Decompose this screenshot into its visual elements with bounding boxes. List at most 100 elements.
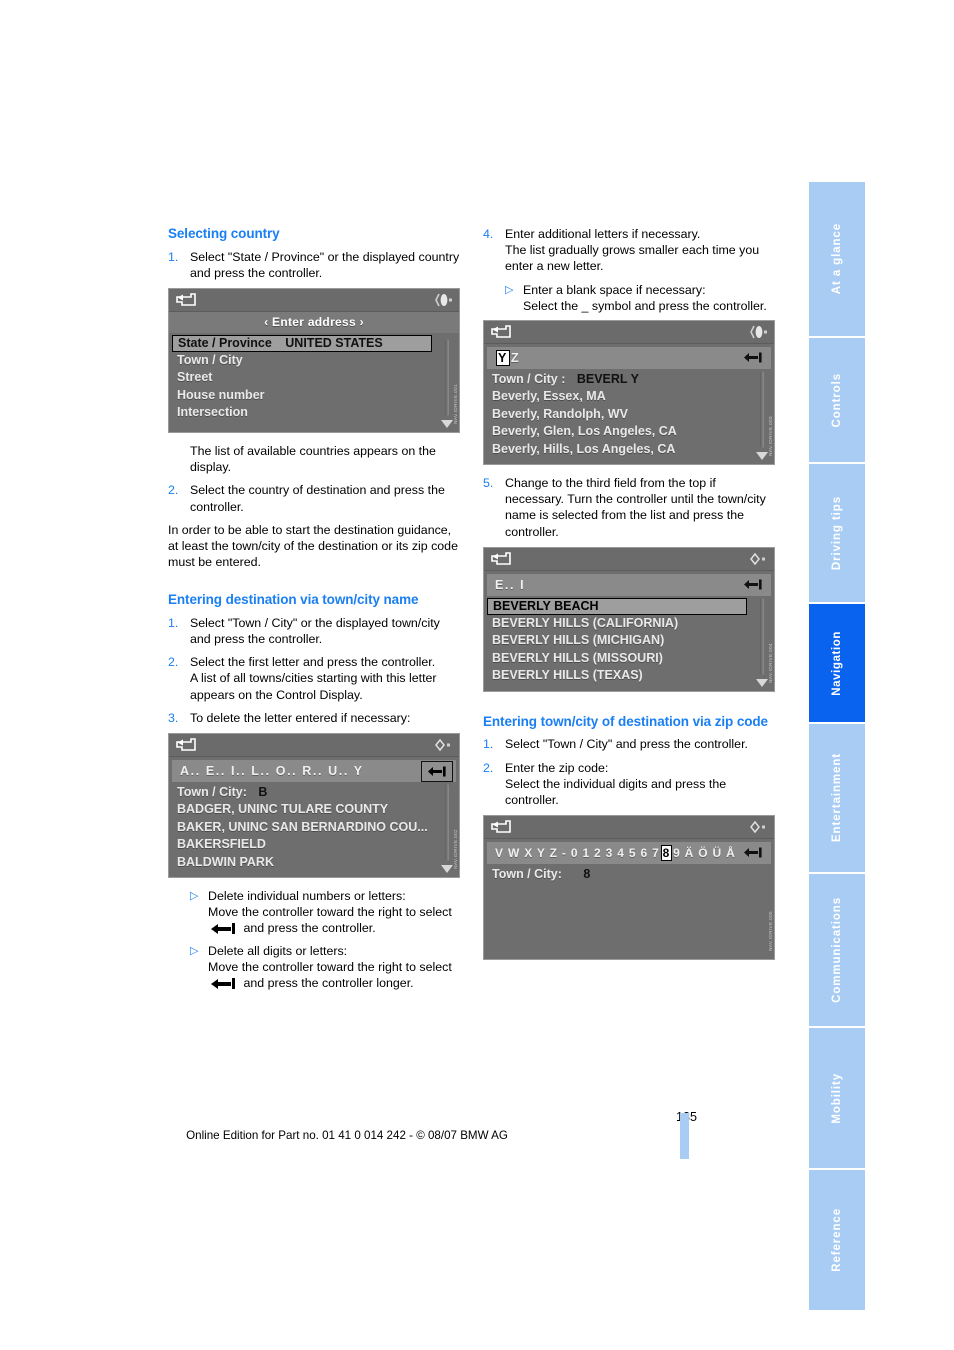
selected-digit: 8: [660, 845, 673, 862]
step-text-sub: The list gradually grows smaller each ti…: [505, 243, 760, 274]
list-item[interactable]: BEVERLY HILLS (CALIFORNIA): [487, 615, 771, 632]
list-item[interactable]: State / Province UNITED STATES: [172, 334, 432, 352]
backspace-glyph-icon: [211, 978, 237, 990]
list-item[interactable]: Beverly, Essex, MA: [487, 388, 771, 405]
sidebar-tab-at-a-glance[interactable]: At a glance: [809, 182, 865, 336]
bullet-line-2: Move the controller toward the right to …: [208, 905, 452, 920]
step-text: To delete the letter entered if necessar…: [190, 710, 411, 725]
step-item: 1. Select "Town / City" or the displayed…: [168, 615, 460, 647]
list-item-label: Town / City :: [492, 372, 566, 387]
list-item[interactable]: BADGER, UNINC TULARE COUNTY: [172, 801, 456, 818]
backspace-icon[interactable]: [738, 348, 768, 367]
screen-list: Town / City : BEVERL Y Beverly, Essex, M…: [484, 369, 774, 458]
step-text-sub: Select the individual digits and press t…: [505, 776, 727, 807]
step-text-main: Select the first letter and press the co…: [190, 655, 436, 670]
idrive-screenshot-town-city-letters: A.. E.. I.. L.. O.. R.. U.. Y Town / Cit…: [168, 733, 460, 879]
list-item[interactable]: BAKER, UNINC SAN BERNARDINO COU...: [172, 819, 456, 836]
sidebar-tab-mobility[interactable]: Mobility: [809, 1028, 865, 1168]
list-item[interactable]: Intersection: [172, 404, 456, 421]
scrollbar[interactable]: [756, 371, 768, 461]
list-item-value: B: [258, 785, 268, 800]
screen-list: BEVERLY BEACH BEVERLY HILLS (CALIFORNIA)…: [484, 596, 774, 685]
step-number: 2.: [168, 655, 179, 670]
list-item-value: 8: [583, 867, 591, 882]
list-item[interactable]: BALDWIN PARK: [172, 854, 456, 871]
figure-id-code: NAV.IDRIVE.004: [768, 643, 773, 683]
digit-selector-bar[interactable]: V W X Y Z - 0 1 2 3 4 5 6 789 Ä Ö Ü Å: [487, 842, 771, 865]
digit-row-text: V W X Y Z - 0 1 2 3 4 5 6 789 Ä Ö Ü Å: [487, 845, 736, 862]
page-number: 135: [0, 1110, 697, 1124]
right-column: 4. Enter additional letters if necessary…: [483, 226, 775, 970]
list-item[interactable]: Town / City: B: [172, 784, 456, 801]
screen-topbar: [169, 734, 459, 758]
list-item[interactable]: Beverly, Hills, Los Angeles, CA: [487, 441, 771, 458]
screen-topbar: [484, 547, 774, 571]
list-item-value: BEVERL Y: [576, 372, 639, 387]
list-item[interactable]: BEVERLY HILLS (TEXAS): [487, 667, 771, 684]
list-item[interactable]: House number: [172, 387, 456, 404]
list-item[interactable]: BEVERLY BEACH: [487, 597, 747, 615]
list-item-label: Town / City:: [492, 867, 562, 882]
list-item-value: UNITED STATES: [285, 335, 383, 350]
sidebar-tab-driving-tips[interactable]: Driving tips: [809, 464, 865, 602]
idrive-screenshot-beverly-uppercase-list: E.. I BEVERLY BEACH BEVERLY HILLS (CALIF…: [483, 546, 775, 692]
backspace-icon[interactable]: [738, 843, 768, 862]
controller-icon: [433, 736, 453, 754]
bullet-item-delete-individual: ▷ Delete individual numbers or letters: …: [190, 888, 460, 937]
letter-row-rest: Z: [510, 351, 521, 366]
controller-icon: [748, 550, 768, 568]
selected-letter: Y: [496, 350, 510, 367]
sidebar-tab-navigation[interactable]: Navigation: [809, 604, 865, 722]
sidebar-tab-communications[interactable]: Communications: [809, 874, 865, 1026]
list-item[interactable]: Beverly, Glen, Los Angeles, CA: [487, 423, 771, 440]
footer-text: Online Edition for Part no. 01 41 0 014 …: [186, 1129, 508, 1142]
list-item[interactable]: BEVERLY HILLS (MISSOURI): [487, 650, 771, 667]
digit-row-suffix: 9 Ä Ö Ü Å: [673, 846, 736, 861]
step-item: 2. Select the country of destination and…: [168, 482, 460, 514]
letter-selector-bar[interactable]: YZ: [487, 347, 771, 370]
idrive-screenshot-beverly-list: YZ Town / City : BEVERL Y Beverly, Essex…: [483, 320, 775, 466]
heading-entering-destination-town-city: Entering destination via town/city name: [168, 592, 419, 608]
triangle-bullet-icon: ▷: [190, 944, 199, 957]
list-item[interactable]: BAKERSFIELD: [172, 836, 456, 853]
paragraph-destination-requirement: In order to be able to start the destina…: [168, 522, 458, 570]
sidebar-tab-controls[interactable]: Controls: [809, 338, 865, 462]
letter-selector-bar[interactable]: E.. I: [487, 573, 771, 596]
list-item[interactable]: Town / City: 8: [487, 866, 771, 883]
sidebar-tab-label: Mobility: [831, 1072, 843, 1124]
list-item[interactable]: Beverly, Randolph, WV: [487, 406, 771, 423]
backspace-icon[interactable]: [421, 761, 453, 783]
sidebar-tab-label: Communications: [831, 897, 843, 1003]
step-text: Change to the third field from the top i…: [505, 476, 766, 539]
footer-text-wrap: Online Edition for Part no. 01 41 0 014 …: [0, 1129, 954, 1142]
chevron-down-icon[interactable]: [441, 419, 453, 428]
sidebar-tab-reference[interactable]: Reference: [809, 1170, 865, 1310]
screen-title: ‹ Enter address ›: [169, 311, 459, 333]
figure-id-code: NAV.IDRIVE.001: [453, 384, 458, 424]
bullet-line-2: Select the _ symbol and press the contro…: [523, 298, 767, 313]
list-item[interactable]: BEVERLY HILLS (MICHIGAN): [487, 632, 771, 649]
back-arrow-icon: [491, 820, 513, 834]
step-number: 1.: [168, 615, 179, 630]
backspace-icon[interactable]: [738, 575, 768, 594]
figure-id-code: NAV.IDRIVE.002: [453, 829, 458, 870]
chevron-down-icon[interactable]: [441, 865, 453, 874]
list-item[interactable]: Town / City : BEVERL Y: [487, 371, 771, 388]
bullet-text: Enter a blank space if necessary: Select…: [523, 282, 775, 314]
figure-id-code: NAV.IDRIVE.003: [768, 416, 773, 457]
list-item[interactable]: Town / City: [172, 352, 456, 369]
sidebar-tab-entertainment[interactable]: Entertainment: [809, 724, 865, 872]
scrollbar[interactable]: [441, 338, 453, 428]
step-text-sub: A list of all towns/cities starting with…: [190, 671, 437, 702]
back-arrow-icon: [176, 738, 198, 752]
triangle-bullet-icon: ▷: [190, 890, 199, 903]
letter-selector-bar[interactable]: A.. E.. I.. L.. O.. R.. U.. Y: [172, 760, 456, 783]
sidebar-tab-label: Controls: [831, 372, 843, 428]
scrollbar[interactable]: [756, 597, 768, 687]
list-item[interactable]: Street: [172, 369, 456, 386]
letter-row-text: A.. E.. I.. L.. O.. R.. U.. Y: [180, 764, 364, 779]
letter-row-text: E.. I: [495, 577, 526, 592]
chevron-down-icon[interactable]: [756, 678, 768, 687]
scrollbar[interactable]: [441, 784, 453, 874]
chevron-down-icon[interactable]: [756, 452, 768, 461]
